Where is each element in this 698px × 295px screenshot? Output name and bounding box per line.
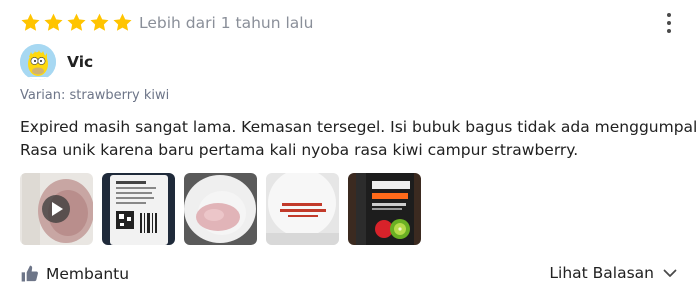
star-icon	[112, 12, 133, 33]
helpful-button[interactable]: Membantu	[20, 264, 129, 284]
avatar	[20, 44, 56, 80]
review-text-line: Expired masih sangat lama. Kemasan terse…	[20, 118, 698, 136]
star-icon	[20, 12, 41, 33]
review-image-thumbnail[interactable]	[348, 173, 421, 245]
review-video-thumbnail[interactable]	[20, 173, 93, 245]
star-icon	[66, 12, 87, 33]
review-text-line: Rasa unik karena baru pertama kali nyoba…	[20, 141, 579, 159]
review-media-gallery	[20, 173, 421, 245]
review-image-thumbnail[interactable]	[184, 173, 257, 245]
more-options-icon[interactable]	[662, 13, 676, 37]
helpful-label: Membantu	[46, 265, 130, 283]
variant-label: Varian: strawberry kiwi	[20, 88, 170, 103]
review-image-thumbnail[interactable]	[102, 173, 175, 245]
rating-stars	[20, 12, 133, 33]
review-image-thumbnail[interactable]	[266, 173, 339, 245]
view-replies-button[interactable]: Lihat Balasan	[549, 264, 678, 282]
review-time: Lebih dari 1 tahun lalu	[139, 14, 314, 32]
view-replies-label: Lihat Balasan	[549, 264, 654, 282]
chevron-down-icon	[663, 269, 677, 277]
star-icon	[89, 12, 110, 33]
thumbs-up-icon	[21, 265, 38, 282]
reviewer-name: Vic	[67, 53, 94, 71]
review-text: Expired masih sangat lama. Kemasan terse…	[20, 116, 698, 162]
star-icon	[43, 12, 64, 33]
